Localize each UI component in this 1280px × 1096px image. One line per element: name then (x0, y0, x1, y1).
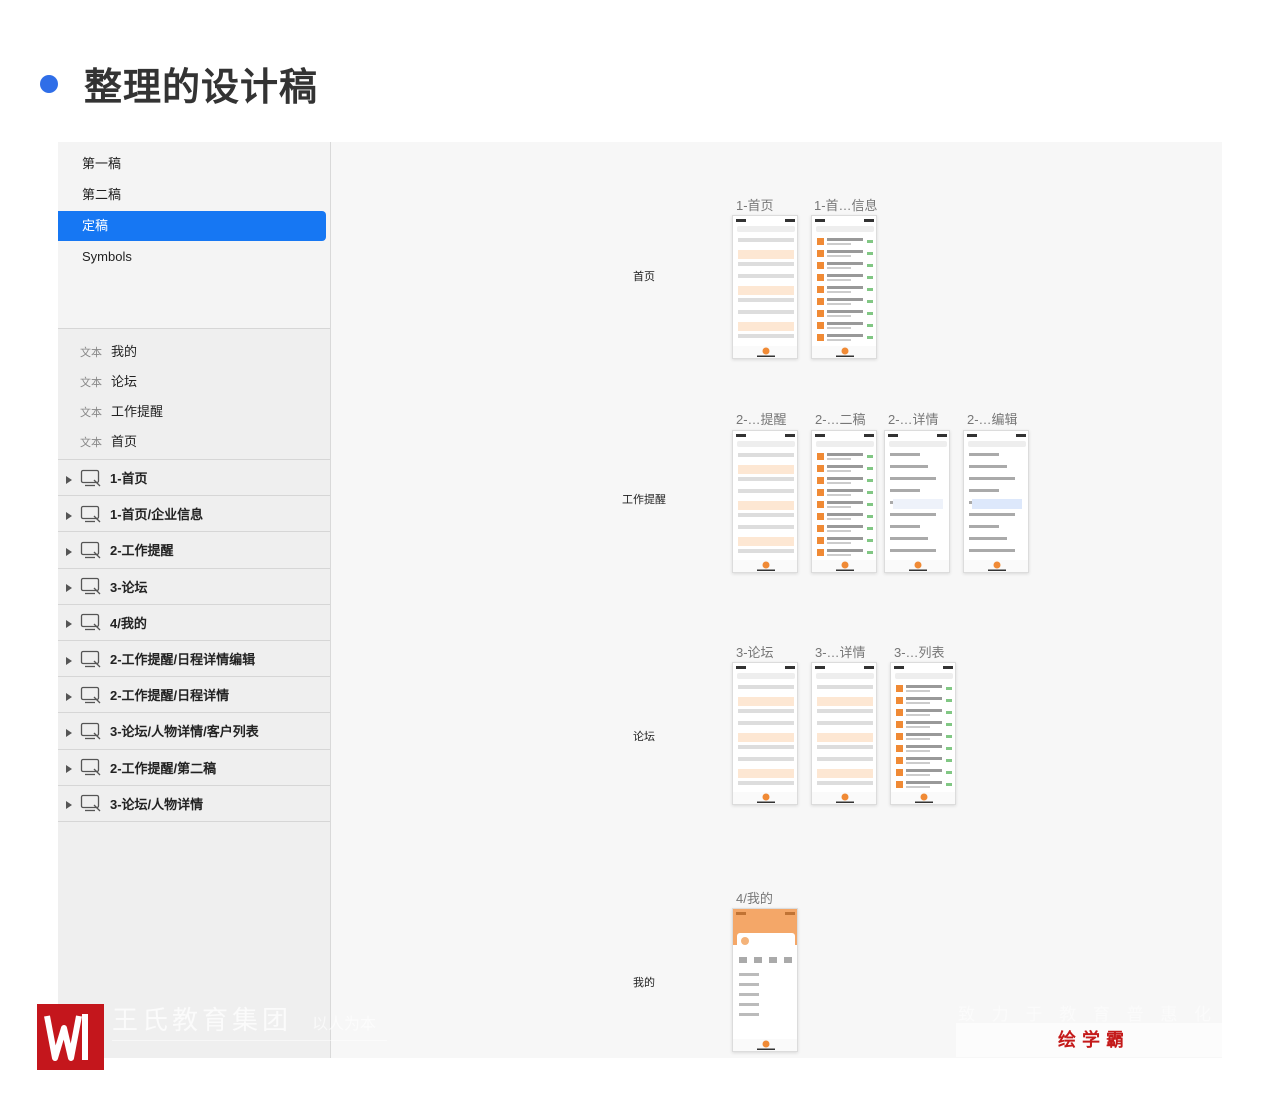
text-layer-label: 首页 (111, 434, 138, 449)
page-item-draft-2[interactable]: 第二稿 (58, 180, 330, 210)
text-layer-kind: 文本 (80, 347, 102, 359)
disclosure-triangle-icon[interactable] (64, 617, 74, 629)
artboard-icon (80, 757, 102, 777)
artboard-thumbnail-company-info[interactable] (811, 215, 877, 359)
artboard-layer-row[interactable]: 2-工作提醒 (58, 532, 330, 569)
disclosure-triangle-icon[interactable] (64, 654, 74, 665)
artboard-title: 2-…详情 (888, 412, 939, 427)
brand-name: 绘学霸 (1058, 1030, 1130, 1051)
disclosure-triangle-icon[interactable] (64, 473, 74, 484)
group-label-home: 首页 (633, 271, 655, 283)
artboard-layer-row[interactable]: 3-论坛/人物详情/客户列表 (58, 713, 330, 750)
artboard-icon (80, 540, 102, 560)
group-label-forum: 论坛 (633, 731, 655, 743)
artboard-layer-label: 3-论坛/人物详情/客户列表 (110, 724, 259, 740)
artboard-layer-row[interactable]: 1-首页/企业信息 (58, 496, 330, 533)
text-layer-item[interactable]: 文本 我的 (58, 337, 330, 367)
disclosure-triangle-icon[interactable] (64, 762, 74, 774)
artboard-layer-label: 2-工作提醒 (110, 543, 174, 559)
artboard-thumbnail-schedule-detail[interactable] (884, 430, 950, 573)
artboard-icon (80, 685, 102, 705)
artboard-icon (80, 612, 102, 632)
artboard-layer-label: 3-论坛/人物详情 (110, 796, 204, 812)
disclosure-triangle-icon[interactable] (64, 509, 74, 520)
artboard-layer-row[interactable]: 3-论坛 (58, 569, 330, 605)
watermark-slogan: 以人为本 (312, 1016, 377, 1033)
text-layer-item[interactable]: 文本 工作提醒 (58, 397, 330, 427)
artboard-layer-label: 1-首页/企业信息 (110, 507, 204, 523)
artboard-thumbnail-person-detail[interactable] (811, 662, 877, 805)
artboard-layer-label: 2-工作提醒/日程详情 (110, 688, 230, 704)
text-layer-kind: 文本 (80, 437, 102, 449)
artboard-title: 3-…列表 (894, 645, 945, 660)
artboard-title: 2-…提醒 (736, 412, 787, 427)
artboard-title: 3-…详情 (815, 645, 866, 660)
disclosure-triangle-icon[interactable] (64, 798, 74, 810)
disclosure-triangle-icon[interactable] (64, 581, 74, 593)
disclosure-triangle-icon[interactable] (64, 726, 74, 737)
artboard-thumbnail-mine[interactable] (732, 908, 798, 1052)
artboard-title: 4/我的 (736, 891, 773, 906)
page-item-draft-1[interactable]: 第一稿 (58, 149, 330, 179)
watermark-right-text: 致 力 于 教 育 普 惠 化 教 (958, 1005, 1251, 1024)
layers-sidebar: 第一稿 第二稿 定稿 Symbols 文本 我的 文本 论坛 文本 工作提醒 文本 首页… (58, 142, 331, 1058)
artboard-layer-row[interactable]: 1-首页 (58, 460, 330, 497)
disclosure-triangle-icon[interactable] (64, 545, 74, 556)
text-layer-list: 文本 我的 文本 论坛 文本 工作提醒 文本 首页 (58, 329, 330, 460)
artboard-layer-label: 3-论坛 (110, 579, 148, 595)
artboard-layer-list: 1-首页 1-首页/企业信息 2-工作提醒 3-论坛 4/我的 2-工作提醒/日程详情编辑… (58, 460, 330, 822)
artboard-thumbnail-reminder[interactable] (732, 430, 798, 573)
artboard-icon (80, 468, 102, 488)
watermark-org: 王氏教育集团 (112, 1005, 293, 1035)
artboard-icon (80, 721, 102, 741)
design-canvas[interactable]: 首页 工作提醒 论坛 我的 1-首页 1-首…信息 2-…提醒 2-…二稿 2-… (332, 142, 1222, 1058)
text-layer-label: 论坛 (111, 374, 138, 389)
group-label-mine: 我的 (633, 977, 655, 989)
logo-mark (37, 1004, 104, 1070)
text-layer-kind: 文本 (80, 407, 102, 419)
pages-list: 第一稿 第二稿 定稿 Symbols (58, 142, 330, 329)
text-layer-item[interactable]: 文本 首页 (58, 427, 330, 457)
artboard-layer-row[interactable]: 2-工作提醒/第二稿 (58, 750, 330, 786)
artboard-icon (80, 504, 102, 524)
text-layer-kind: 文本 (80, 377, 102, 389)
artboard-title: 1-首…信息 (814, 198, 878, 213)
artboard-layer-label: 2-工作提醒/第二稿 (110, 760, 217, 776)
artboard-title: 3-论坛 (736, 645, 774, 660)
sketch-window: 第一稿 第二稿 定稿 Symbols 文本 我的 文本 论坛 文本 工作提醒 文本 首页… (58, 142, 1222, 1058)
artboard-layer-row[interactable]: 2-工作提醒/日程详情编辑 (58, 641, 330, 678)
artboard-layer-row[interactable]: 4/我的 (58, 605, 330, 641)
artboard-layer-label: 2-工作提醒/日程详情编辑 (110, 652, 256, 668)
artboard-layer-label: 4/我的 (110, 615, 147, 631)
watermark-divider (112, 1040, 387, 1041)
group-label-reminder: 工作提醒 (622, 494, 666, 506)
text-layer-label: 我的 (111, 344, 138, 359)
bullet-dot-icon (40, 74, 58, 93)
artboard-thumbnail-customer-list[interactable] (890, 662, 956, 805)
artboard-thumbnail-home[interactable] (732, 215, 798, 359)
artboard-icon (80, 649, 102, 669)
text-layer-item[interactable]: 文本 论坛 (58, 367, 330, 397)
disclosure-triangle-icon[interactable] (64, 690, 74, 701)
artboard-thumbnail-forum[interactable] (732, 662, 798, 805)
page-heading: 整理的设计稿 (40, 56, 318, 111)
page-title: 整理的设计稿 (84, 65, 319, 109)
artboard-thumbnail-reminder-draft2[interactable] (811, 430, 877, 573)
artboard-thumbnail-schedule-edit[interactable] (963, 430, 1029, 573)
text-layer-label: 工作提醒 (111, 404, 164, 419)
artboard-layer-row[interactable]: 3-论坛/人物详情 (58, 786, 330, 822)
artboard-title: 2-…二稿 (815, 412, 866, 427)
page-item-symbols[interactable]: Symbols (58, 242, 330, 272)
artboard-icon (80, 793, 102, 813)
page-item-final[interactable]: 定稿 (58, 211, 326, 241)
artboard-icon (80, 576, 102, 596)
artboard-title: 2-…编辑 (967, 412, 1018, 427)
artboard-title: 1-首页 (736, 198, 774, 213)
artboard-layer-label: 1-首页 (110, 471, 148, 487)
artboard-layer-row[interactable]: 2-工作提醒/日程详情 (58, 677, 330, 714)
